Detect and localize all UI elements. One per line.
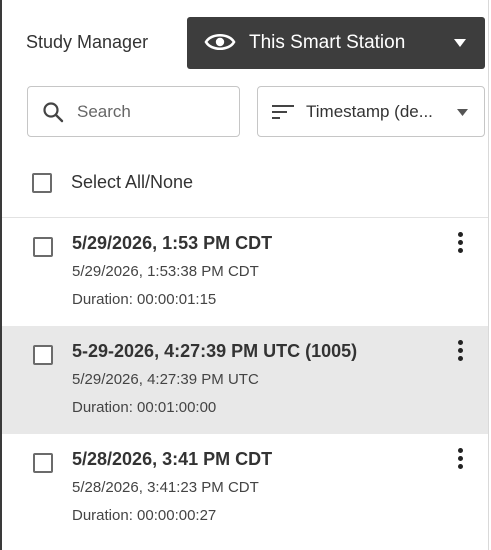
study-timestamp: 5/28/2026, 3:41:23 PM CDT	[72, 479, 259, 496]
study-manager-panel: Study Manager This Smart Station Timesta…	[0, 0, 489, 550]
study-title: 5-29-2026, 4:27:39 PM UTC (1005)	[72, 341, 358, 361]
more-options-icon[interactable]	[454, 448, 466, 472]
station-selector-label: This Smart Station	[249, 32, 406, 53]
study-title: 5/29/2026, 1:53 PM CDT	[72, 233, 273, 253]
study-list-item[interactable]: 5/28/2026, 3:41 PM CDT 5/28/2026, 3:41:2…	[2, 434, 488, 542]
search-icon	[43, 102, 64, 123]
study-checkbox[interactable]	[33, 453, 53, 473]
more-options-icon[interactable]	[454, 232, 466, 256]
study-duration: Duration: 00:00:00:27	[72, 507, 217, 524]
study-checkbox[interactable]	[33, 237, 53, 257]
panel-header: Study Manager This Smart Station	[2, 0, 488, 76]
study-duration: Duration: 00:01:00:00	[72, 399, 217, 416]
sort-selector[interactable]: Timestamp (de...	[257, 86, 485, 137]
select-all-label: Select All/None	[71, 172, 194, 192]
search-field[interactable]	[27, 86, 240, 137]
panel-title: Study Manager	[26, 32, 149, 52]
caret-down-icon	[454, 39, 466, 47]
study-timestamp: 5/29/2026, 1:53:38 PM CDT	[72, 263, 259, 280]
select-all-checkbox[interactable]	[32, 173, 52, 193]
study-title: 5/28/2026, 3:41 PM CDT	[72, 449, 273, 469]
more-options-icon[interactable]	[454, 340, 466, 364]
select-all-row[interactable]: Select All/None	[2, 160, 488, 216]
search-input[interactable]	[77, 100, 227, 124]
sort-label: Timestamp (de...	[306, 102, 433, 121]
study-list-item[interactable]: 5/29/2026, 1:53 PM CDT 5/29/2026, 1:53:3…	[2, 218, 488, 326]
sort-icon	[272, 105, 294, 119]
eye-icon	[204, 33, 236, 51]
study-duration: Duration: 00:00:01:15	[72, 291, 217, 308]
caret-down-icon	[457, 109, 468, 116]
study-checkbox[interactable]	[33, 345, 53, 365]
study-list-item[interactable]: 5-29-2026, 4:27:39 PM UTC (1005) 5/29/20…	[2, 326, 488, 434]
station-selector-button[interactable]: This Smart Station	[187, 17, 485, 69]
study-timestamp: 5/29/2026, 4:27:39 PM UTC	[72, 371, 259, 388]
